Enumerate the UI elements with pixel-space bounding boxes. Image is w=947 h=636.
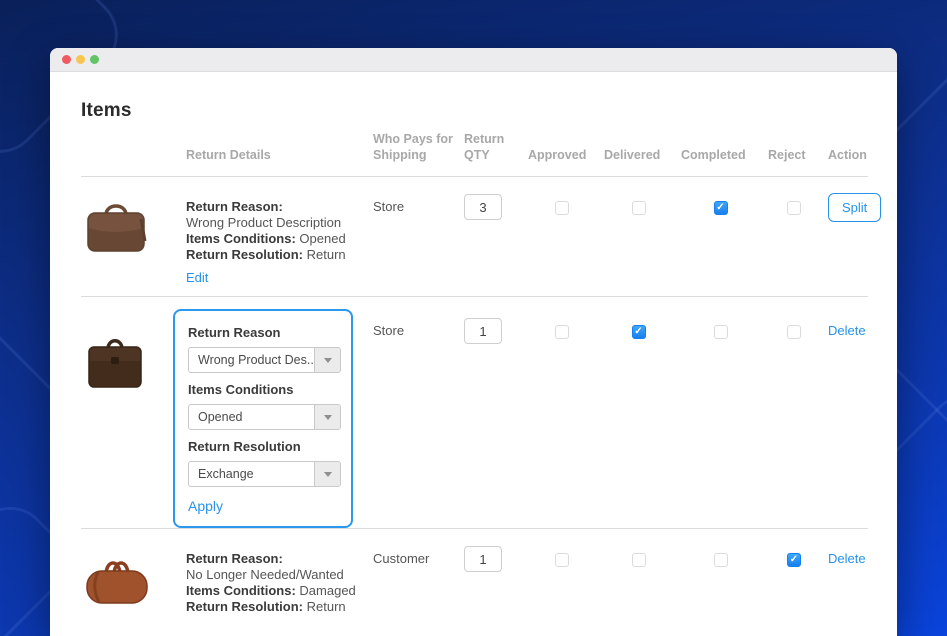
col-header-action: Action [828,147,867,162]
return-resolution-label: Return Resolution: [186,247,303,263]
reject-checkbox[interactable] [787,201,801,216]
return-resolution-select[interactable]: Exchange [188,461,341,488]
return-resolution-label: Return Resolution: [186,599,303,615]
who-pays-value: Store [373,199,405,215]
return-reason-value: No Longer Needed/Wanted [186,567,344,583]
completed-checkbox[interactable] [713,553,728,568]
items-page: Items Return Details Who Pays for Shippi… [50,100,897,636]
items-conditions-select[interactable]: Opened [188,404,341,431]
chevron-down-icon [314,348,340,373]
product-image-duffel-bag [81,529,186,636]
split-button[interactable]: Split [828,193,882,223]
reject-checkbox[interactable] [787,325,801,340]
col-header-return-qty: Return QTY [464,132,505,162]
items-conditions-label: Items Conditions: [186,231,296,247]
apply-link[interactable]: Apply [188,498,223,514]
completed-checkbox[interactable] [713,325,728,340]
return-resolution-value: Return [306,599,346,615]
product-image-dark-briefcase [81,297,186,528]
return-qty-cell [464,297,528,528]
return-reason-select[interactable]: Wrong Product Des... [188,347,341,374]
return-edit-panel: Return Reason Wrong Product Des... Items… [173,309,353,529]
return-resolution-value: Return [306,247,346,263]
approved-checkbox[interactable] [555,553,569,568]
close-button[interactable] [62,55,71,64]
delivered-checkbox[interactable] [631,325,646,340]
table-header-row: Return Details Who Pays for Shipping Ret… [81,132,868,178]
col-header-approved: Approved [528,147,587,162]
return-reason-value: Wrong Product Description [186,215,342,231]
col-header-reject: Reject [768,147,806,162]
return-reason-label: Return Reason: [186,199,283,215]
selected-value: Opened [198,410,243,425]
reject-checkbox[interactable] [787,553,801,568]
app-window: Items Return Details Who Pays for Shippi… [50,48,897,636]
maximize-button[interactable] [90,55,99,64]
chevron-down-icon [314,405,340,430]
return-qty-cell [464,177,528,296]
table-row: Return Reason Wrong Product Des... Items… [81,297,868,530]
return-resolution-label: Return Resolution [188,439,301,455]
product-image-briefcase [81,177,186,296]
delivered-checkbox[interactable] [631,201,646,216]
delivered-checkbox[interactable] [631,553,646,568]
return-details-editor-cell: Return Reason Wrong Product Des... Items… [173,297,373,529]
col-header-who-pays: Who Pays for Shipping [373,132,453,162]
who-pays-value: Store [373,323,405,339]
col-header-return-details: Return Details [186,147,271,162]
edit-link[interactable]: Edit [186,270,208,285]
page-title: Items [81,100,132,121]
selected-value: Wrong Product Des... [198,353,314,368]
col-header-delivered: Delivered [604,147,661,162]
items-conditions-value: Opened [299,231,346,247]
minimize-button[interactable] [76,55,85,64]
table-row: Return Reason: Wrong Product Description… [81,177,882,298]
who-pays-value: Customer [373,551,430,567]
completed-checkbox[interactable] [713,201,728,216]
selected-value: Exchange [198,467,254,482]
delete-link[interactable]: Delete [828,551,866,566]
chevron-down-icon [314,462,340,487]
items-conditions-label: Items Conditions [188,382,294,398]
return-qty-input[interactable] [464,546,502,573]
items-conditions-label: Items Conditions: [186,583,296,599]
return-details: Return Reason: Wrong Product Description… [186,177,373,296]
return-qty-input[interactable] [464,194,502,221]
items-conditions-value: Damaged [299,583,356,599]
return-qty-input[interactable] [464,318,502,345]
window-titlebar [50,48,897,72]
delete-link[interactable]: Delete [828,323,866,338]
col-header-completed: Completed [681,147,746,162]
table-row: Return Reason: No Longer Needed/Wanted I… [81,529,868,636]
approved-checkbox[interactable] [555,325,569,340]
return-reason-label: Return Reason: [186,551,283,567]
approved-checkbox[interactable] [555,201,569,216]
return-qty-cell [464,529,528,636]
return-reason-label: Return Reason [188,325,281,341]
return-details: Return Reason: No Longer Needed/Wanted I… [186,529,373,636]
